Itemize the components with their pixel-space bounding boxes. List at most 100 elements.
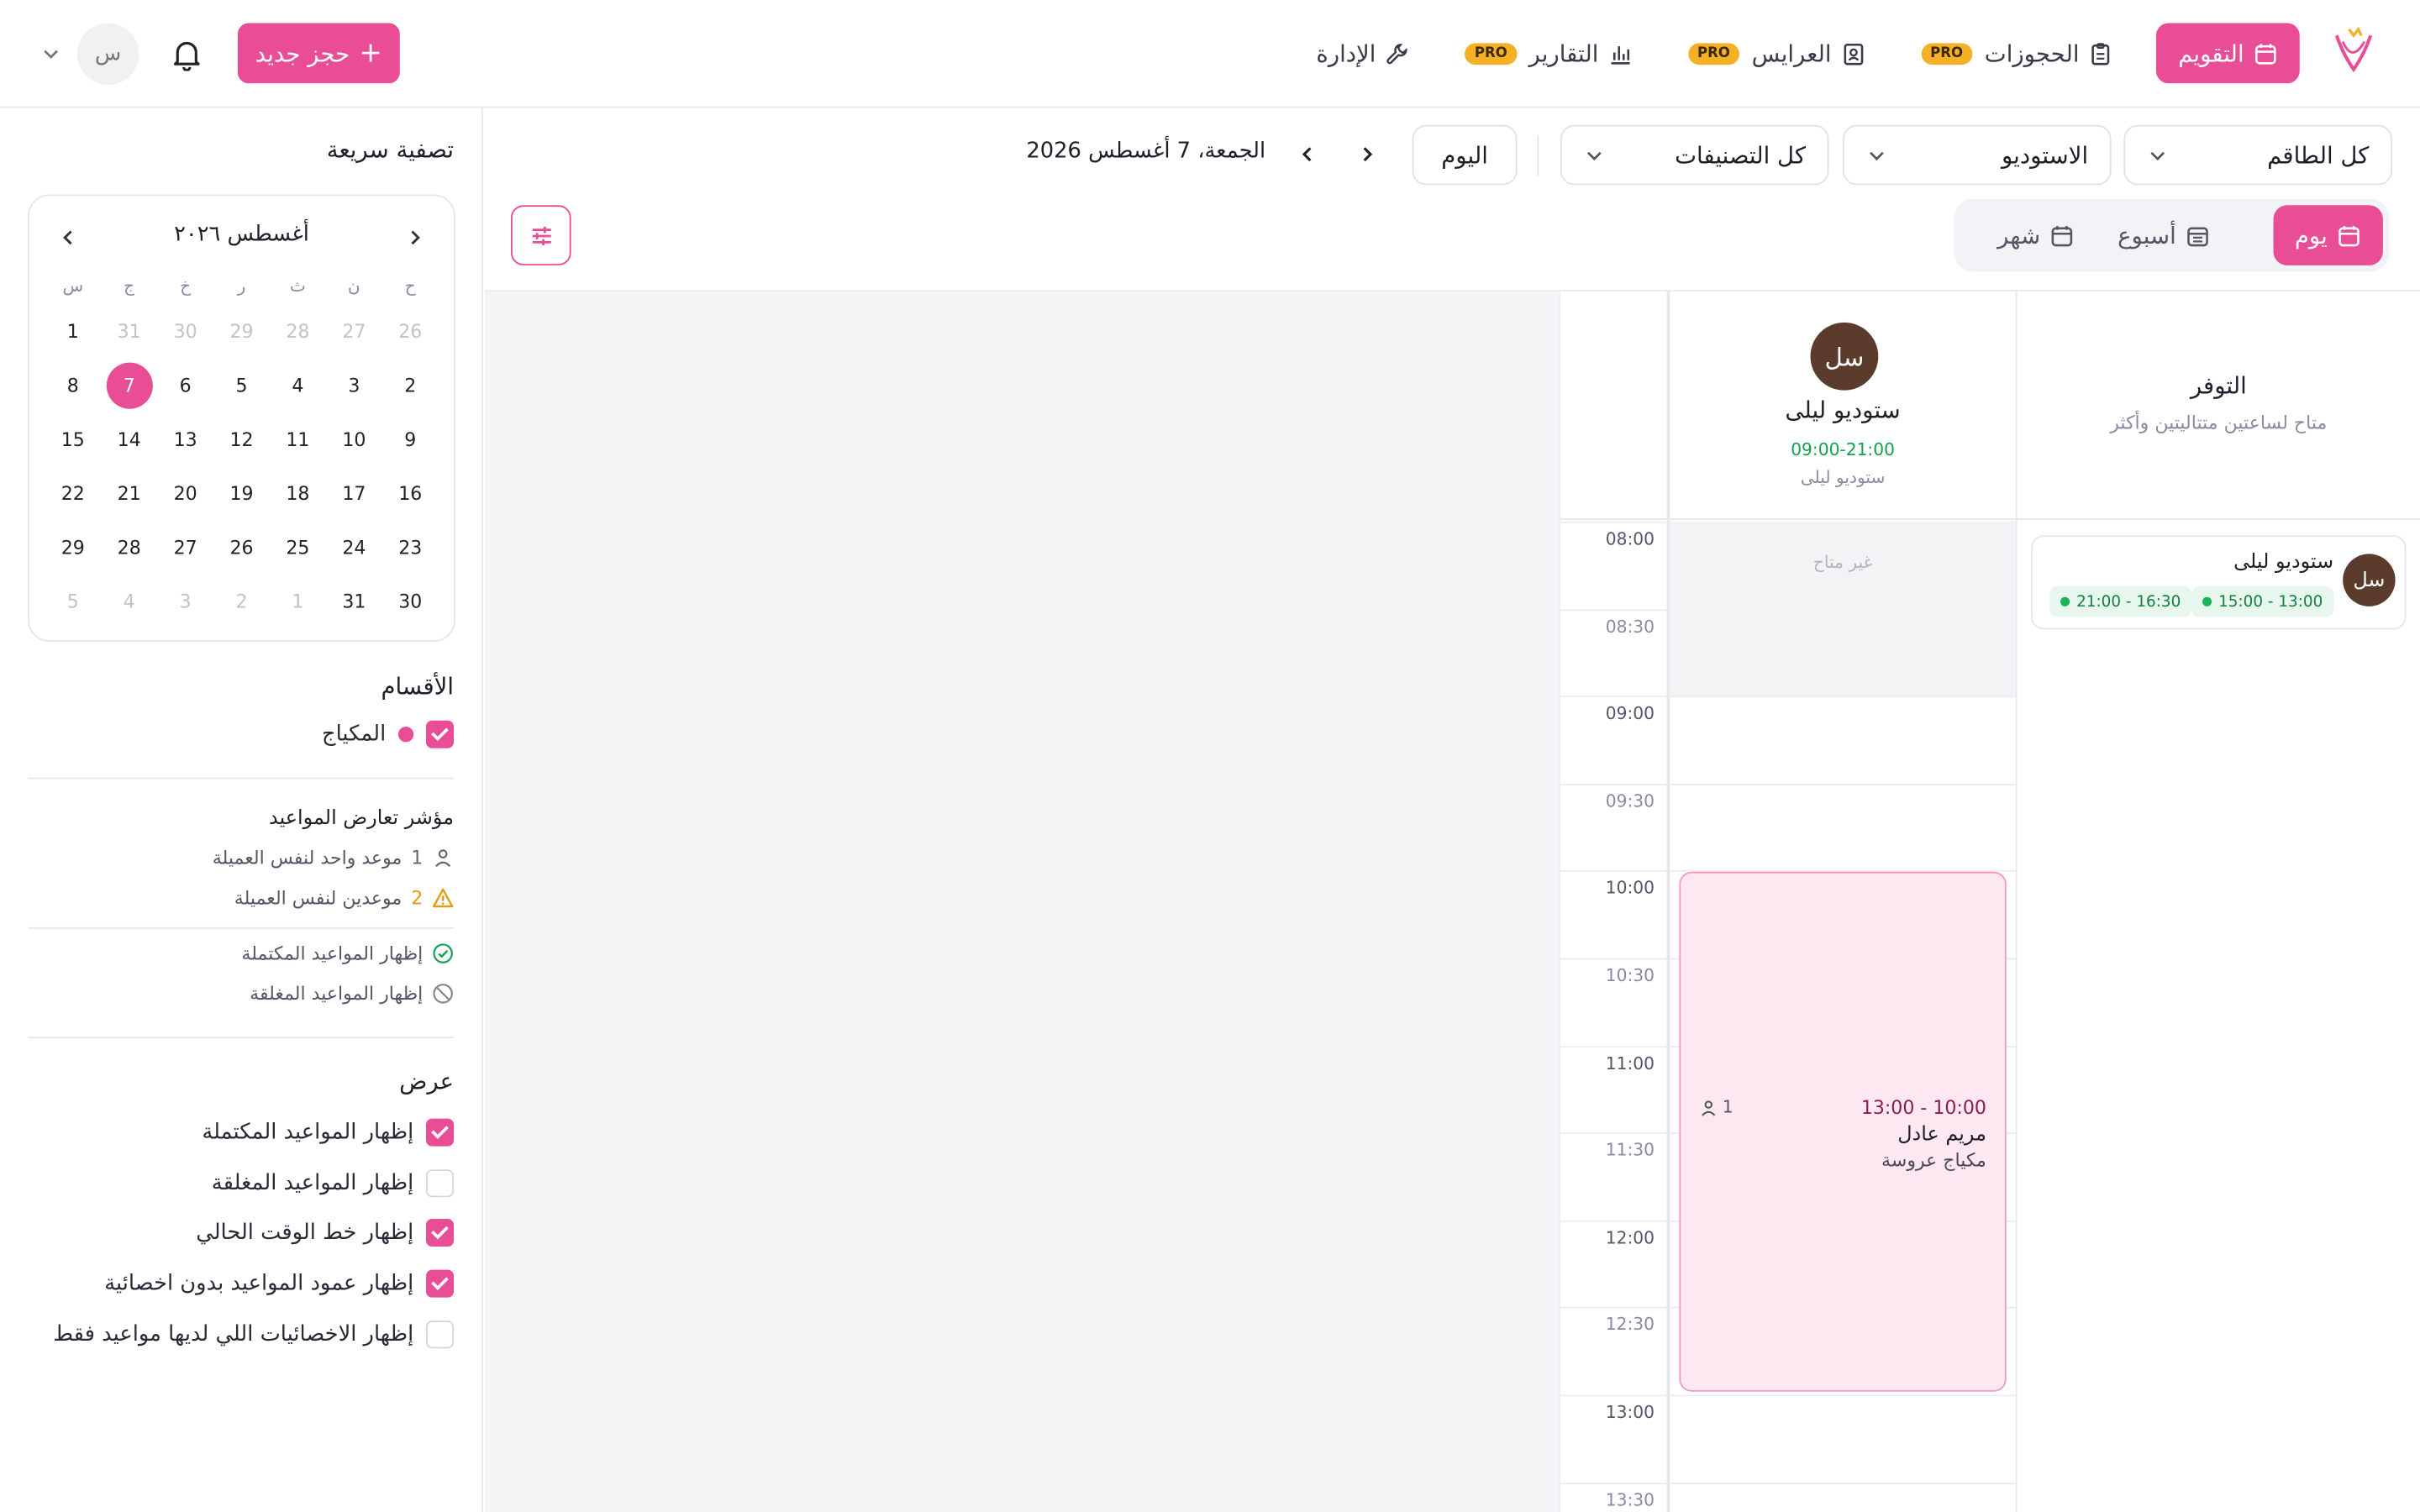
availability-column: التوفر متاح لساعتين متتاليتين وأكثر سل س…	[2017, 291, 2420, 1512]
calendar-day-number: 28	[117, 536, 141, 558]
view-day[interactable]: يوم	[2273, 205, 2383, 265]
studio-select[interactable]: الاستوديو	[1843, 124, 2112, 186]
calendar-day-number: 8	[66, 374, 79, 396]
nav-admin[interactable]: الإدارة	[1295, 24, 1432, 84]
time-label: 11:00	[1605, 1053, 1655, 1074]
calendar-day[interactable]: 12	[213, 412, 270, 465]
calendar-day[interactable]: 6	[157, 358, 213, 412]
calendar-day-number: 27	[173, 536, 197, 558]
option-checkbox[interactable]	[425, 1169, 455, 1198]
calendar-day[interactable]: 26	[213, 520, 270, 574]
calendar-day[interactable]: 21	[101, 466, 157, 520]
staff-column-head[interactable]: سل ستوديو ليلى 09:00-21:00 ستوديو ليلى	[1670, 291, 2016, 520]
filter-settings-button[interactable]	[511, 205, 571, 265]
calendar-day-number: 2	[404, 374, 417, 396]
calendar-day[interactable]: 3	[157, 574, 213, 627]
calendar-day[interactable]: 18	[270, 466, 326, 520]
calendar-day[interactable]: 2	[213, 574, 270, 627]
calendar-day-number: 2	[235, 590, 248, 612]
selected-day[interactable]: 7	[101, 358, 157, 412]
option-row[interactable]: إظهار خط الوقت الحالي	[196, 1218, 455, 1247]
bell-icon[interactable]	[170, 37, 203, 71]
calendar-day[interactable]: 8	[45, 358, 101, 412]
calendar-day[interactable]: 27	[157, 520, 213, 574]
calendar-day[interactable]: 14	[101, 412, 157, 465]
chevron-right-icon[interactable]	[1357, 144, 1379, 165]
option-row[interactable]: إظهار الاخصائيات اللي لديها مواعيد فقط	[53, 1320, 455, 1349]
calendar-day[interactable]: 30	[382, 574, 439, 627]
calendar-day[interactable]: 13	[157, 412, 213, 465]
new-booking-button[interactable]: + حجز جديد	[237, 23, 400, 84]
calendar-day[interactable]: 4	[270, 358, 326, 412]
calendar-day[interactable]: 1	[45, 304, 101, 358]
weekday-label: س	[62, 275, 84, 296]
section-makeup-row[interactable]: المكياج	[322, 720, 455, 748]
option-checkbox[interactable]	[425, 1218, 455, 1247]
legend-closed-row: إظهار المواعيد المغلقة	[250, 983, 454, 1005]
main-nav: التقويم الحجوزات PRO العرايس PRO التقاري…	[1282, 23, 2300, 84]
calendar-day[interactable]: 29	[45, 520, 101, 574]
pro-badge: PRO	[1687, 42, 1739, 65]
view-month[interactable]: شهر	[1975, 205, 2096, 265]
staff-select[interactable]: كل الطاقم	[2123, 124, 2392, 186]
nav-reports[interactable]: التقارير PRO	[1444, 24, 1654, 84]
calendar-day[interactable]: 30	[157, 304, 213, 358]
calendar-day[interactable]: 1	[270, 574, 326, 627]
nav-bookings[interactable]: الحجوزات PRO	[1899, 24, 2134, 84]
user-avatar[interactable]: س	[76, 23, 139, 86]
calendar-main: كل الطاقم الاستوديو كل التصنيفات اليوم ا…	[484, 108, 2420, 1512]
calendar-day[interactable]: 28	[101, 520, 157, 574]
calendar-day[interactable]: 22	[45, 466, 101, 520]
section-makeup-checkbox[interactable]	[425, 720, 455, 748]
chevron-left-icon[interactable]	[57, 227, 79, 249]
calendar-day[interactable]: 25	[270, 520, 326, 574]
chevron-left-icon[interactable]	[1297, 144, 1318, 165]
calendar-day[interactable]: 31	[101, 304, 157, 358]
option-checkbox[interactable]	[425, 1118, 455, 1147]
category-select[interactable]: كل التصنيفات	[1560, 124, 1829, 186]
today-button[interactable]: اليوم	[1412, 124, 1518, 186]
nav-calendar[interactable]: التقويم	[2156, 23, 2300, 84]
availability-slot[interactable]: 16:30 - 21:00	[2049, 585, 2192, 617]
calendar-day-number: 28	[286, 320, 310, 342]
calendar-day[interactable]: 31	[326, 574, 382, 627]
calendar-day[interactable]: 17	[326, 466, 382, 520]
calendar-day-number: 1	[292, 590, 304, 612]
calendar-day[interactable]: 5	[45, 574, 101, 627]
calendar-day[interactable]: 3	[326, 358, 382, 412]
calendar-day[interactable]: 4	[101, 574, 157, 627]
nav-brides[interactable]: العرايس PRO	[1666, 24, 1886, 84]
nav-bookings-label: الحجوزات	[1984, 39, 2080, 67]
calendar-day[interactable]: 9	[382, 412, 439, 465]
calendar-day-number: 3	[348, 374, 360, 396]
calendar-day[interactable]: 24	[326, 520, 382, 574]
calendar-day[interactable]: 15	[45, 412, 101, 465]
availability-slot[interactable]: 13:00 - 15:00	[2191, 585, 2334, 617]
calendar-day[interactable]: 16	[382, 466, 439, 520]
availability-card[interactable]: سل ستوديو ليلى 13:00 - 15:00 16:30 - 21:…	[2031, 535, 2407, 630]
option-row[interactable]: إظهار المواعيد المغلقة	[212, 1169, 455, 1198]
appointment-card[interactable]: 10:00 - 13:00 مريم عادل مكياج عروسة 1	[1679, 871, 2007, 1392]
calendar-day[interactable]: 5	[213, 358, 270, 412]
chevron-down-icon[interactable]	[40, 43, 62, 65]
calendar-day[interactable]: 2	[382, 358, 439, 412]
option-row[interactable]: إظهار عمود المواعيد بدون اخصائية	[104, 1269, 455, 1298]
view-week[interactable]: أسبوع	[2096, 205, 2232, 265]
calendar-day[interactable]: 29	[213, 304, 270, 358]
option-checkbox[interactable]	[425, 1269, 455, 1298]
nav-brides-label: العرايس	[1751, 39, 1832, 67]
time-label: 08:00	[1605, 528, 1655, 549]
option-checkbox[interactable]	[425, 1320, 455, 1349]
calendar-day[interactable]: 28	[270, 304, 326, 358]
nav-admin-label: الإدارة	[1316, 39, 1376, 67]
calendar-day[interactable]: 26	[382, 304, 439, 358]
calendar-day[interactable]: 11	[270, 412, 326, 465]
calendar-day[interactable]: 27	[326, 304, 382, 358]
calendar-day[interactable]: 19	[213, 466, 270, 520]
calendar-day[interactable]: 20	[157, 466, 213, 520]
logo-icon[interactable]	[2328, 24, 2380, 82]
warning-icon	[432, 888, 454, 908]
option-row[interactable]: إظهار المواعيد المكتملة	[202, 1118, 455, 1147]
calendar-day[interactable]: 10	[326, 412, 382, 465]
calendar-day[interactable]: 23	[382, 520, 439, 574]
